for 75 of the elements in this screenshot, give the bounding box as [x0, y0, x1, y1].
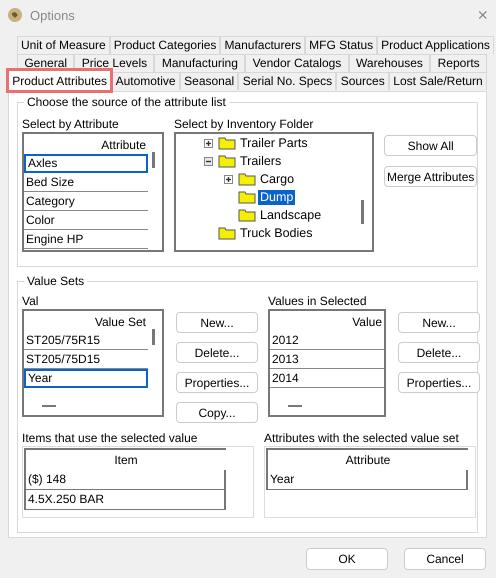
list-item[interactable]: Color	[24, 211, 148, 230]
action-button[interactable]: Delete...	[398, 342, 480, 363]
tree-item[interactable]: Trailer Parts	[238, 136, 310, 150]
folder-icon	[238, 172, 256, 186]
window-title: Options	[30, 8, 75, 22]
list-item[interactable]: ST205/75D15	[24, 350, 148, 369]
tab[interactable]: Serial No. Specs	[238, 72, 336, 90]
column-header: Value Set	[94, 314, 147, 331]
list-item[interactable]: Bed Size	[24, 173, 148, 192]
table-label: Items that use the selected value	[22, 431, 198, 446]
tab[interactable]: Lost Sale/Return	[389, 72, 487, 90]
tree-item[interactable]: Landscape	[258, 208, 324, 222]
table-cell: Year	[268, 470, 468, 490]
tab[interactable]: Warehouses	[348, 54, 430, 72]
tag-icon	[8, 8, 22, 22]
folder-icon	[218, 226, 236, 240]
tree-item[interactable]: Trailers	[238, 154, 284, 168]
list-item[interactable]: 2013	[270, 350, 384, 369]
tree-item[interactable]: Cargo	[258, 172, 296, 186]
folder-icon	[238, 190, 256, 204]
scrollbar-thumb[interactable]	[152, 152, 155, 168]
tab[interactable]: Sources	[336, 72, 390, 90]
column-header: Attribute	[100, 137, 147, 154]
action-button[interactable]: Delete...	[176, 342, 258, 363]
tab[interactable]: Product Attributes	[8, 70, 112, 91]
action-button[interactable]: Copy...	[176, 402, 258, 423]
tree-item[interactable]: Truck Bodies	[238, 226, 314, 240]
column-header: Value	[351, 314, 383, 331]
list-label: Select by Attribute	[22, 117, 120, 132]
tab[interactable]: Product Applications	[377, 36, 494, 54]
scrollbar-thumb[interactable]	[152, 329, 155, 345]
list-item[interactable]: ST205/75R15	[24, 331, 148, 350]
list-label: Values in Selected	[268, 294, 368, 309]
folder-icon	[238, 208, 256, 222]
tab[interactable]: Unit of Measure	[17, 36, 110, 54]
tree-label: Select by Inventory Folder	[174, 117, 314, 132]
column-header: Attribute	[344, 452, 392, 469]
tree-item[interactable]: Dump	[258, 190, 296, 204]
action-button[interactable]: Properties...	[398, 372, 480, 393]
tab[interactable]: Reports	[430, 54, 488, 72]
tab[interactable]: MFG Status	[305, 36, 378, 54]
action-button[interactable]: New...	[398, 312, 480, 333]
folder-icon	[218, 154, 236, 168]
table-cell: ($) 148	[26, 470, 226, 490]
scrollbar-thumb[interactable]	[288, 405, 302, 407]
expander-icon[interactable]	[204, 156, 213, 166]
folder-icon	[218, 136, 236, 150]
scrollbar-thumb[interactable]	[361, 200, 364, 224]
group-title: Choose the source of the attribute list	[24, 95, 229, 109]
action-button[interactable]: New...	[176, 312, 258, 333]
list-item[interactable]: Category	[24, 192, 148, 211]
tab[interactable]: Vendor Catalogs	[245, 54, 349, 72]
tab[interactable]: Manufacturers	[220, 36, 306, 54]
list-item[interactable]: 2014	[270, 369, 384, 388]
expander-icon[interactable]	[204, 138, 213, 148]
action-button[interactable]: Merge Attributes	[384, 166, 478, 187]
dialog-button[interactable]: OK	[306, 548, 388, 570]
scrollbar-thumb[interactable]	[42, 405, 56, 407]
dialog-button[interactable]: Cancel	[404, 548, 486, 570]
tab[interactable]: Automotive	[111, 72, 180, 90]
expander-icon[interactable]	[224, 174, 233, 184]
list-item[interactable]: Year	[24, 369, 148, 388]
table-label: Attributes with the selected value set	[264, 431, 460, 446]
table-cell: 4.5X.250 BAR	[26, 490, 226, 510]
tab[interactable]: Manufacturing	[154, 54, 246, 72]
group-title: Value Sets	[24, 274, 88, 288]
tab[interactable]: Seasonal	[180, 72, 238, 90]
list-item[interactable]: Axles	[24, 154, 148, 173]
list-item[interactable]: Engine HP	[24, 230, 148, 249]
list-item[interactable]: 2012	[270, 331, 384, 350]
tab[interactable]: Product Categories	[110, 36, 220, 54]
list-label: Val	[22, 294, 40, 309]
column-header: Item	[113, 452, 139, 469]
action-button[interactable]: Properties...	[176, 372, 258, 393]
action-button[interactable]: Show All	[384, 135, 478, 156]
